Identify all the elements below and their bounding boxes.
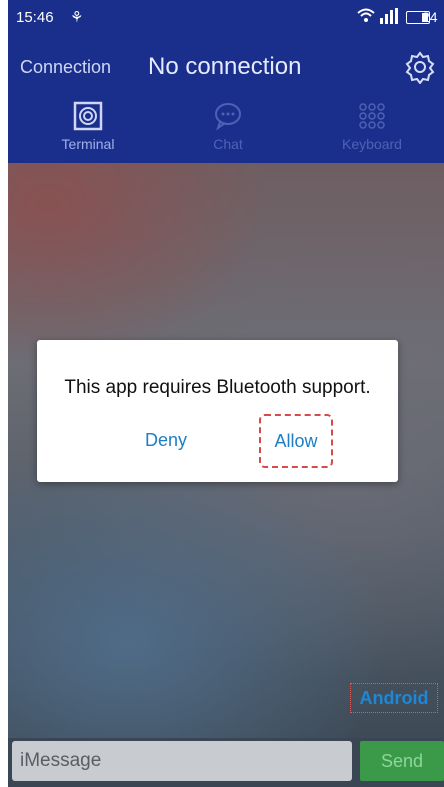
- allow-button[interactable]: Allow: [259, 414, 333, 468]
- dialog-message: This app requires Bluetooth support.: [64, 377, 371, 398]
- tab-chat[interactable]: Chat: [168, 100, 288, 158]
- status-time: 15:46: [16, 9, 54, 26]
- bluetooth-permission-dialog: This app requires Bluetooth support. Den…: [37, 340, 398, 482]
- gear-icon[interactable]: [403, 50, 437, 84]
- app-screen: 15:46 ⚘ 24 Connection No connection Term…: [8, 0, 444, 787]
- message-input[interactable]: [12, 741, 352, 781]
- connection-status-title: No connection: [148, 53, 302, 80]
- keyboard-icon: [359, 103, 385, 129]
- app-header: 15:46 ⚘ 24 Connection No connection Term…: [8, 0, 444, 163]
- title-row: Connection No connection: [8, 44, 444, 92]
- terminal-icon: [73, 101, 103, 131]
- battery-level: 24: [422, 9, 438, 25]
- tab-label: Keyboard: [342, 136, 402, 152]
- message-input-bar: Send: [8, 738, 444, 787]
- send-button[interactable]: Send: [360, 741, 444, 781]
- chat-icon: [215, 103, 241, 131]
- tab-keyboard[interactable]: Keyboard: [312, 100, 432, 158]
- deny-button[interactable]: Deny: [131, 430, 201, 458]
- status-bar: 15:46 ⚘ 24: [8, 0, 444, 34]
- notification-icon: ⚘: [70, 9, 84, 26]
- android-watermark: Android: [350, 683, 438, 713]
- connection-button[interactable]: Connection: [20, 57, 111, 78]
- wifi-icon: [357, 8, 375, 22]
- tab-label: Chat: [213, 136, 243, 152]
- tab-terminal[interactable]: Terminal: [28, 100, 148, 158]
- tab-label: Terminal: [61, 136, 115, 152]
- signal-icon: [380, 8, 398, 24]
